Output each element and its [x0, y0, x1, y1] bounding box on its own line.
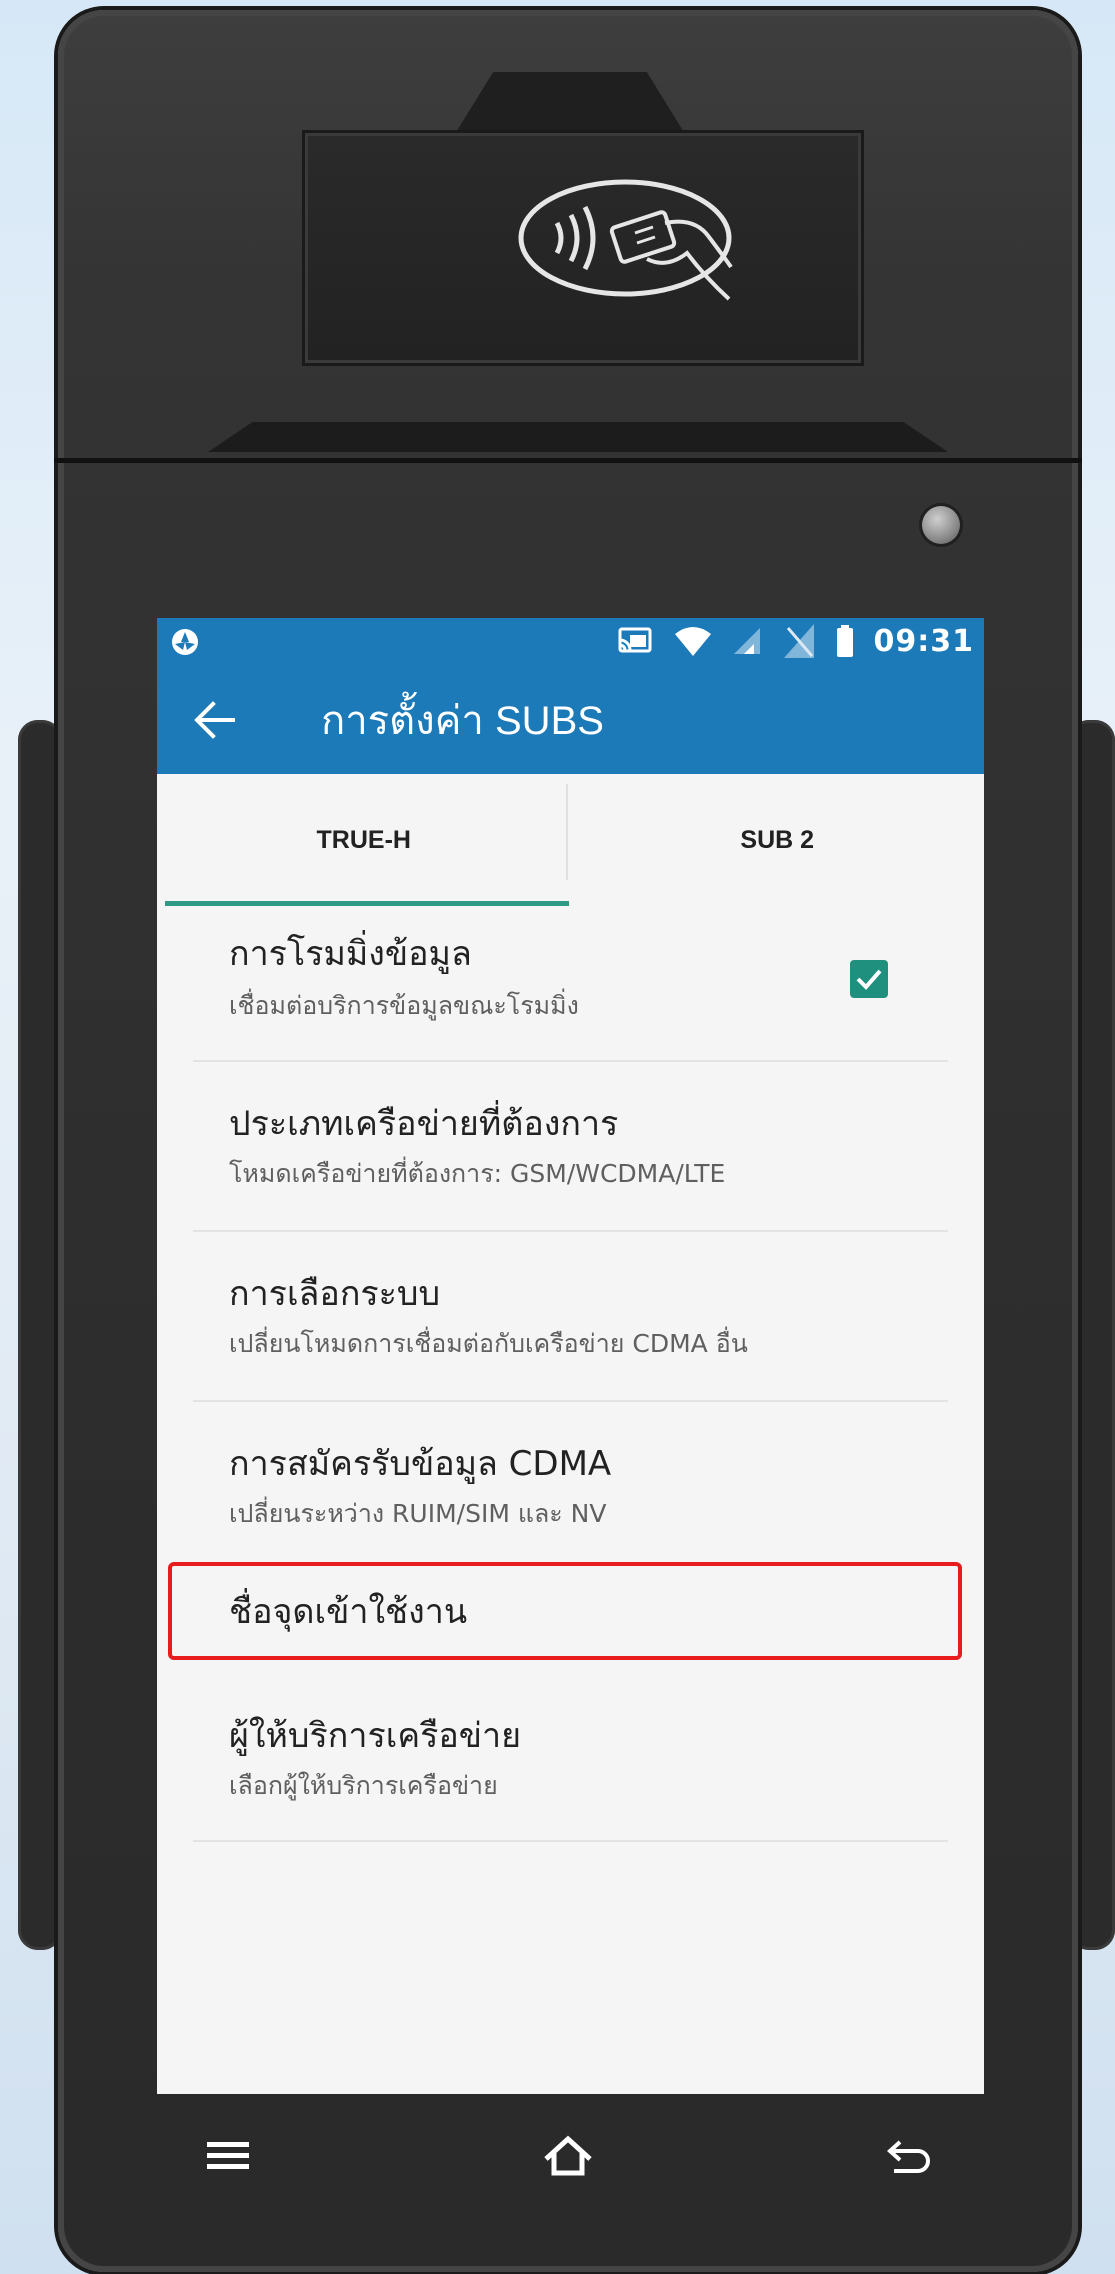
tab-true-h[interactable]: TRUE-H: [157, 774, 571, 906]
contactless-card-reader: [302, 130, 864, 366]
cast-icon: [618, 627, 651, 653]
setting-summary: เลือกผู้ให้บริการเครือข่าย: [229, 1771, 498, 1800]
setting-title: ประเภทเครือข่ายที่ต้องการ: [229, 1104, 619, 1144]
card-reader-base: [208, 422, 948, 452]
setting-summary: เปลี่ยนโหมดการเชื่อมต่อกับเครือข่าย CDMA…: [229, 1329, 748, 1358]
back-icon: [887, 2140, 930, 2173]
home-icon: [544, 2135, 592, 2176]
no-sim-icon: [783, 624, 814, 658]
settings-list: การโรมมิ่งข้อมูล เชื่อมต่อบริการข้อมูลขณ…: [157, 906, 984, 1842]
device-side-button-left: [18, 720, 62, 1950]
wifi-icon: [674, 627, 711, 656]
sim-tabs: TRUE-H SUB 2: [157, 774, 984, 906]
tab-sub-2[interactable]: SUB 2: [571, 774, 985, 906]
menu-icon: [207, 2142, 249, 2169]
setting-data-roaming[interactable]: การโรมมิ่งข้อมูล เชื่อมต่อบริการข้อมูลขณ…: [157, 906, 984, 1062]
setting-title: การสมัครรับข้อมูล CDMA: [229, 1444, 612, 1484]
setting-title: การโรมมิ่งข้อมูล: [229, 934, 472, 974]
setting-title: ชื่อจุดเข้าใช้งาน: [229, 1592, 468, 1632]
setting-summary: เปลี่ยนระหว่าง RUIM/SIM และ NV: [229, 1499, 607, 1528]
setting-system-select[interactable]: การเลือกระบบ เปลี่ยนโหมดการเชื่อมต่อกับเ…: [157, 1232, 984, 1402]
tab-label: SUB 2: [740, 825, 815, 854]
status-time: 09:31: [873, 623, 974, 659]
menu-button[interactable]: [168, 2106, 288, 2206]
contactless-payment-icon: [518, 179, 733, 301]
back-button[interactable]: [848, 2106, 968, 2206]
pos-terminal-device: 09:31 การตั้งค่า SUBS TRUE-H SUB 2 การโร…: [54, 10, 1082, 2272]
setting-cdma-subscription[interactable]: การสมัครรับข้อมูล CDMA เปลี่ยนระหว่าง RU…: [157, 1402, 984, 1562]
setting-summary: โหมดเครือข่ายที่ต้องการ: GSM/WCDMA/LTE: [229, 1159, 726, 1188]
home-button[interactable]: [508, 2106, 628, 2206]
setting-title: การเลือกระบบ: [229, 1274, 441, 1314]
navigation-bar: [58, 2096, 1078, 2216]
row-divider: [193, 1840, 948, 1842]
front-camera: [922, 506, 960, 544]
tab-label: TRUE-H: [316, 825, 411, 854]
setting-title: ผู้ให้บริการเครือข่าย: [229, 1716, 522, 1756]
checkmark-icon: [856, 969, 882, 990]
status-bar: 09:31: [157, 618, 984, 666]
setting-preferred-network-type[interactable]: ประเภทเครือข่ายที่ต้องการ โหมดเครือข่ายท…: [157, 1062, 984, 1232]
setting-access-point-names[interactable]: ชื่อจุดเข้าใช้งาน: [157, 1562, 984, 1682]
data-roaming-checkbox[interactable]: [850, 960, 888, 998]
app-bar: การตั้งค่า SUBS: [157, 666, 984, 774]
device-screen: 09:31 การตั้งค่า SUBS TRUE-H SUB 2 การโร…: [157, 618, 984, 2094]
setting-summary: เชื่อมต่อบริการข้อมูลขณะโรมมิ่ง: [229, 991, 579, 1020]
battery-icon: [836, 625, 853, 657]
page-title: การตั้งค่า SUBS: [321, 699, 604, 743]
cell-signal-icon: [733, 628, 760, 654]
device-seam: [54, 458, 1082, 463]
setting-network-operators[interactable]: ผู้ให้บริการเครือข่าย เลือกผู้ให้บริการเ…: [157, 1682, 984, 1842]
back-arrow-icon[interactable]: [193, 700, 235, 740]
app-notification-icon: [172, 629, 198, 655]
tab-divider: [566, 784, 568, 880]
